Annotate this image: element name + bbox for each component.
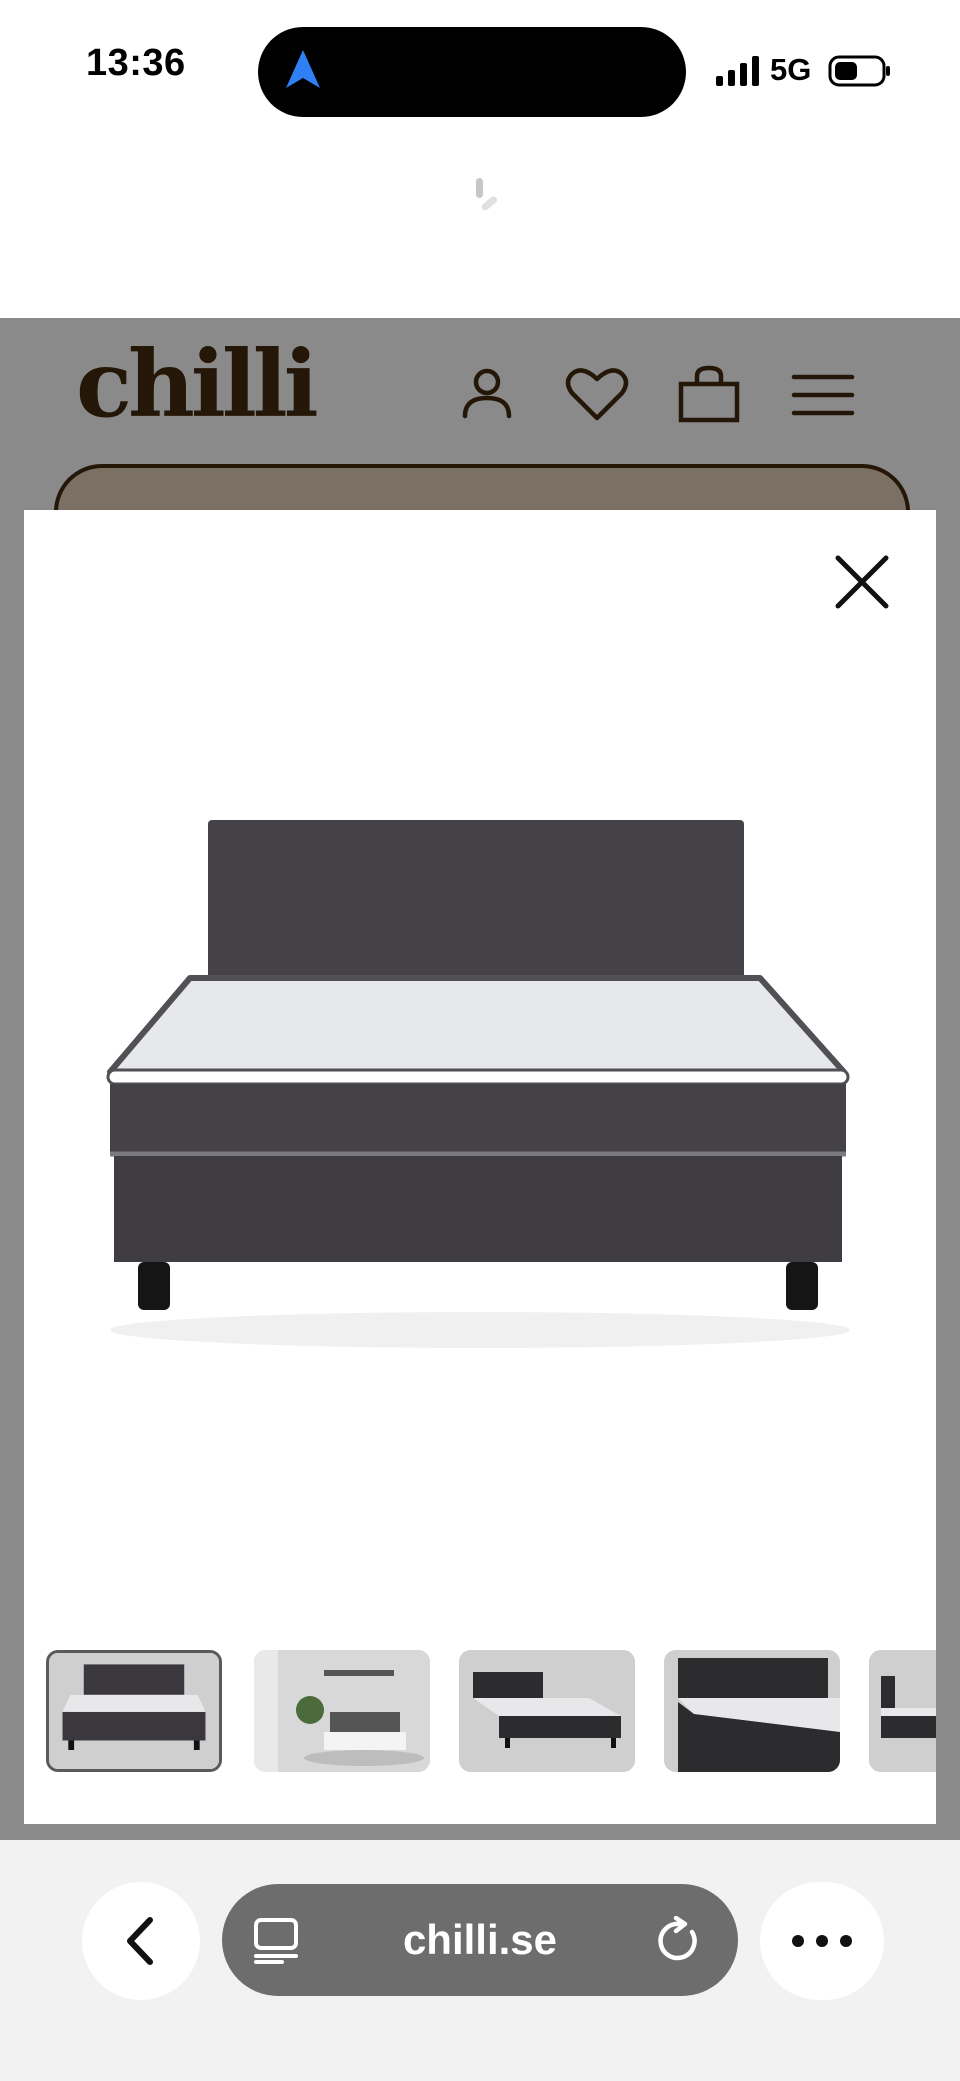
- back-chevron-icon: [127, 1917, 153, 1965]
- product-main-image[interactable]: [100, 800, 860, 1360]
- wishlist-heart-icon[interactable]: [562, 360, 632, 430]
- more-button[interactable]: [760, 1882, 884, 2000]
- battery-icon: [828, 55, 890, 87]
- thumb-bed-closeup[interactable]: [664, 1650, 840, 1772]
- thumb-bedroom-scene[interactable]: [254, 1650, 430, 1772]
- thumb-bed-angle[interactable]: [459, 1650, 635, 1772]
- close-icon[interactable]: [830, 550, 894, 614]
- cart-bag-icon[interactable]: [674, 360, 744, 430]
- back-button[interactable]: [82, 1882, 200, 2000]
- location-arrow-icon: [286, 50, 320, 88]
- site-logo[interactable]: chilli: [76, 338, 319, 430]
- account-icon[interactable]: [452, 360, 522, 430]
- loading-spinner-icon: [476, 178, 498, 211]
- network-type: 5G: [770, 52, 812, 87]
- thumb-bed-side[interactable]: [869, 1650, 936, 1772]
- thumb-bed-front[interactable]: [46, 1650, 222, 1772]
- menu-icon[interactable]: [788, 360, 858, 430]
- address-bar[interactable]: chilli.se: [222, 1884, 738, 1996]
- status-time: 13:36: [86, 42, 186, 84]
- reload-icon[interactable]: [654, 1916, 704, 1966]
- more-dots-icon: [792, 1935, 852, 1947]
- signal-icon: [716, 56, 759, 86]
